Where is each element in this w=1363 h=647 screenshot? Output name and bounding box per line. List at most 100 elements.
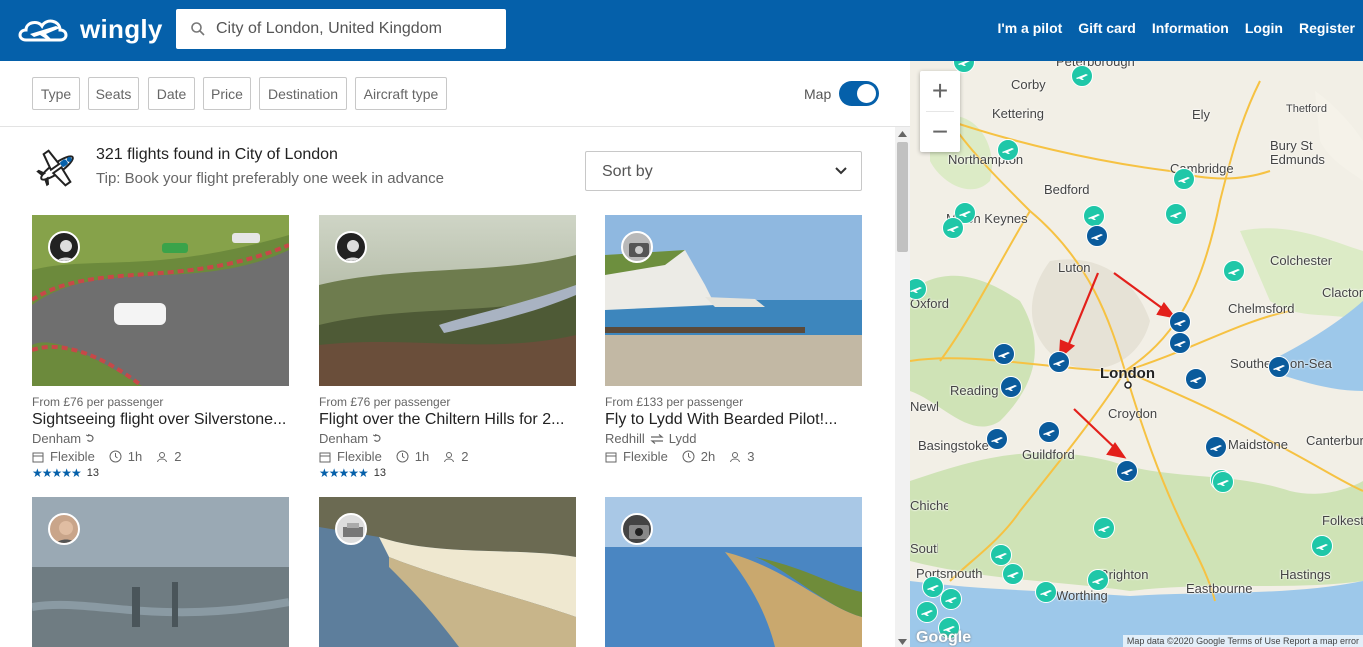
map-place-label: Maidstone — [1228, 437, 1288, 452]
flight-map-marker[interactable] — [1169, 311, 1191, 333]
map-place-label: Southampton — [910, 541, 938, 556]
flight-map-marker[interactable] — [997, 139, 1019, 161]
flight-map-marker[interactable] — [1165, 203, 1187, 225]
flight-title[interactable]: Flight over the Chiltern Hills for 2... — [319, 411, 576, 429]
plane-marker-icon — [959, 211, 971, 217]
plane-marker-icon — [1043, 430, 1055, 436]
flight-card[interactable] — [319, 497, 576, 647]
flight-title[interactable]: Fly to Lydd With Bearded Pilot!... — [605, 411, 862, 429]
flight-card[interactable]: From £76 per passenger Sightseeing fligh… — [32, 215, 289, 480]
logo-wordmark: wingly — [80, 13, 163, 44]
flight-map-marker[interactable] — [1000, 376, 1022, 398]
plane-marker-icon — [1316, 544, 1328, 550]
nav-information[interactable]: Information — [1152, 20, 1229, 36]
map-place-label: Thetford — [1286, 103, 1327, 115]
flight-map-marker[interactable] — [1087, 569, 1109, 591]
filter-date-button[interactable]: Date — [148, 77, 195, 110]
plane-marker-icon — [945, 597, 957, 603]
sort-dropdown[interactable]: Sort by — [585, 151, 862, 191]
plane-marker-icon — [1170, 212, 1182, 218]
flight-map-marker[interactable] — [1093, 517, 1115, 539]
flight-map-marker[interactable] — [1268, 356, 1290, 378]
flight-seats: 2 — [174, 449, 182, 464]
departure-airfield: Denham — [319, 431, 369, 446]
zoom-in-button[interactable]: + — [920, 71, 960, 111]
flight-map-marker[interactable] — [1083, 205, 1105, 227]
flight-photo[interactable] — [32, 497, 289, 647]
nav-gift-card[interactable]: Gift card — [1078, 20, 1136, 36]
flight-map-marker[interactable] — [1311, 535, 1333, 557]
flight-photo[interactable] — [605, 215, 862, 386]
nav-register[interactable]: Register — [1299, 20, 1355, 36]
flight-route: Denham — [32, 431, 289, 446]
flight-map-marker[interactable] — [1116, 460, 1138, 482]
map-zoom-controls: + − — [920, 71, 960, 152]
pilot-avatar[interactable] — [621, 231, 653, 263]
flight-map-marker[interactable] — [1048, 351, 1070, 373]
flight-card[interactable] — [605, 497, 862, 647]
pilot-avatar[interactable] — [48, 231, 80, 263]
flight-map-marker[interactable] — [940, 588, 962, 610]
flight-map-marker[interactable] — [1169, 332, 1191, 354]
filter-aircraft-type-button[interactable]: Aircraft type — [355, 77, 447, 110]
plane-marker-icon — [1228, 269, 1240, 275]
swap-arrows-icon — [650, 433, 664, 444]
flight-photo[interactable] — [319, 215, 576, 386]
plane-marker-icon — [1174, 320, 1186, 326]
scroll-down-arrow-icon[interactable] — [898, 639, 907, 645]
plane-marker-icon — [1040, 590, 1052, 596]
flight-map-marker[interactable] — [1071, 65, 1093, 87]
search-input[interactable] — [216, 20, 496, 38]
scrollbar-thumb[interactable] — [897, 142, 908, 252]
flight-map-marker[interactable] — [993, 343, 1015, 365]
filter-seats-button[interactable]: Seats — [88, 77, 139, 110]
pilot-avatar[interactable] — [335, 231, 367, 263]
plane-marker-icon — [927, 585, 939, 591]
flight-map-marker[interactable] — [1035, 581, 1057, 603]
plane-marker-icon — [998, 352, 1010, 358]
zoom-out-button[interactable]: − — [920, 112, 960, 152]
flight-map-marker[interactable] — [1173, 168, 1195, 190]
flight-card[interactable] — [32, 497, 289, 647]
nav-im-a-pilot[interactable]: I'm a pilot — [998, 20, 1063, 36]
pilot-avatar[interactable] — [48, 513, 80, 545]
flight-map-marker[interactable] — [1223, 260, 1245, 282]
map-place-label: Chichester — [910, 498, 948, 513]
plane-marker-icon — [1273, 365, 1285, 371]
flight-map-marker[interactable] — [1205, 436, 1227, 458]
flight-map-marker[interactable] — [1185, 368, 1207, 390]
flight-card[interactable]: From £76 per passenger Flight over the C… — [319, 215, 576, 480]
flight-title[interactable]: Sightseeing flight over Silverstone... — [32, 411, 289, 429]
filter-destination-button[interactable]: Destination — [259, 77, 347, 110]
flight-map-marker[interactable] — [1086, 225, 1108, 247]
flight-map-marker[interactable] — [916, 601, 938, 623]
map-attribution[interactable]: Map data ©2020 Google Terms of Use Repor… — [1122, 635, 1363, 647]
location-search[interactable] — [176, 9, 506, 49]
flight-photo[interactable] — [319, 497, 576, 647]
flight-photo[interactable] — [605, 497, 862, 647]
flight-map[interactable]: + − Peterborough Corby Kettering Northam… — [910, 61, 1363, 647]
passenger-icon — [730, 451, 741, 462]
flight-card[interactable]: From £133 per passenger Fly to Lydd With… — [605, 215, 862, 464]
flight-map-marker[interactable] — [942, 217, 964, 239]
flight-map-marker[interactable] — [986, 428, 1008, 450]
scroll-up-arrow-icon[interactable] — [898, 131, 907, 137]
results-count: 321 flights found in City of London — [96, 146, 338, 163]
filter-price-button[interactable]: Price — [203, 77, 251, 110]
plane-cloud-logo-icon — [18, 19, 68, 42]
pilot-avatar[interactable] — [621, 513, 653, 545]
plane-marker-icon — [1007, 572, 1019, 578]
results-scrollbar[interactable] — [895, 127, 910, 647]
flight-duration: 1h — [127, 449, 143, 464]
flight-map-marker[interactable] — [1212, 471, 1234, 493]
wingly-logo[interactable]: wingly — [16, 12, 163, 46]
flight-photo[interactable] — [32, 215, 289, 386]
nav-login[interactable]: Login — [1245, 20, 1283, 36]
map-place-label: Folkestone — [1322, 513, 1363, 528]
map-toggle[interactable] — [839, 81, 879, 106]
pilot-avatar[interactable] — [335, 513, 367, 545]
flight-map-marker[interactable] — [1002, 563, 1024, 585]
map-place-label: Newbury — [910, 399, 938, 414]
filter-type-button[interactable]: Type — [32, 77, 80, 110]
flight-map-marker[interactable] — [1038, 421, 1060, 443]
